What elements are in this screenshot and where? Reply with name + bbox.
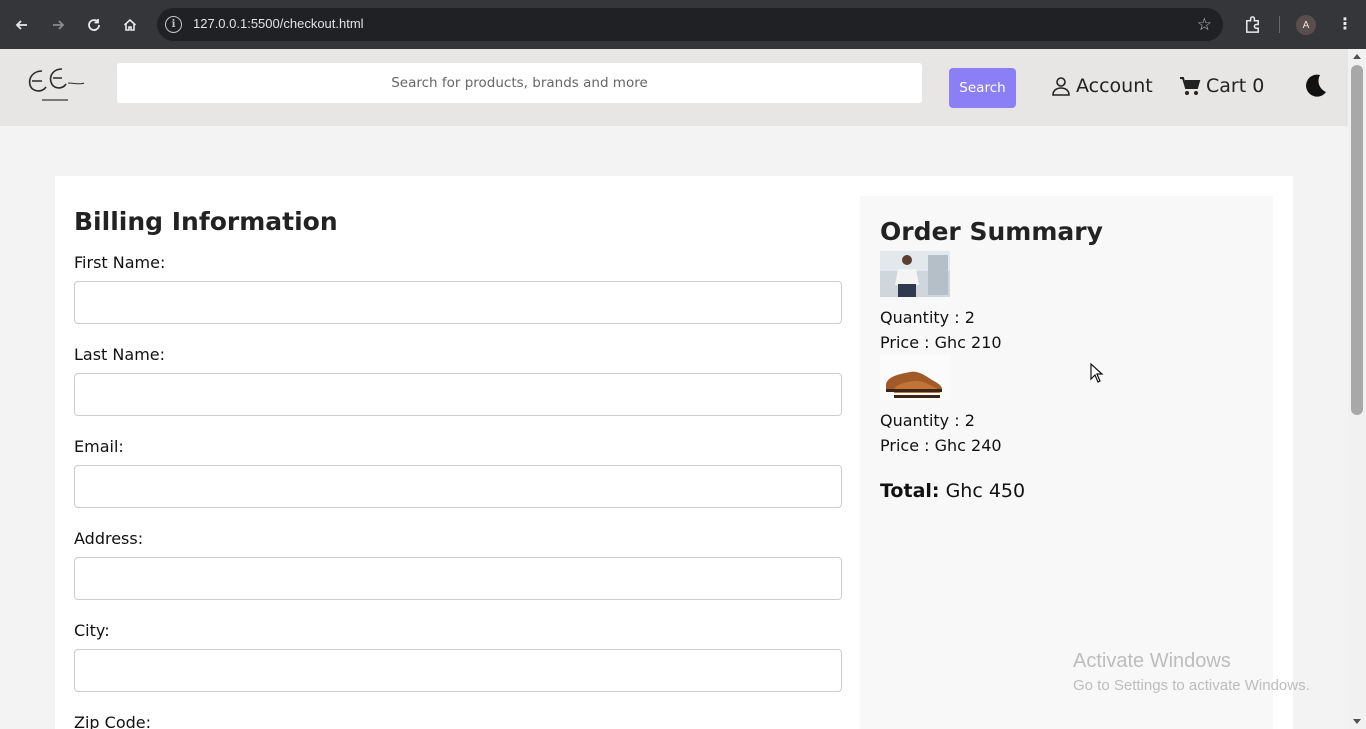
search-input[interactable] [117, 63, 922, 103]
item-quantity: Quantity : 2 [880, 308, 975, 327]
last-name-label: Last Name: [74, 345, 166, 364]
last-name-field[interactable] [74, 373, 842, 416]
mouse-cursor-icon [1090, 363, 1104, 383]
home-icon[interactable] [118, 13, 142, 37]
watermark-line1: Activate Windows [1073, 650, 1231, 672]
item-quantity: Quantity : 2 [880, 411, 975, 430]
product-image [880, 354, 950, 400]
site-header: Search Account Cart 0 [0, 49, 1348, 126]
zip-code-label: Zip Code: [74, 713, 151, 729]
first-name-label: First Name: [74, 253, 166, 272]
page-viewport: Search Account Cart 0 Billing Informatio… [0, 49, 1348, 729]
toolbar-divider [1279, 16, 1280, 33]
scroll-down-icon[interactable] [1353, 719, 1361, 724]
star-icon[interactable]: ☆ [1197, 15, 1212, 35]
windows-activation-watermark: Activate Windows Go to Settings to activ… [1073, 650, 1310, 694]
address-bar[interactable]: i 127.0.0.1:5500/checkout.html ☆ [157, 8, 1223, 41]
browser-toolbar: i 127.0.0.1:5500/checkout.html ☆ A ⋮ [0, 0, 1366, 49]
address-field[interactable] [74, 557, 842, 600]
url-text[interactable]: 127.0.0.1:5500/checkout.html [193, 16, 364, 31]
kebab-menu-icon[interactable]: ⋮ [1337, 14, 1353, 34]
product-image [880, 251, 950, 297]
first-name-field[interactable] [74, 281, 842, 324]
page-scrollbar[interactable] [1348, 49, 1366, 729]
cart-link[interactable]: Cart 0 [1179, 75, 1264, 97]
order-summary-title: Order Summary [880, 217, 1103, 246]
arrow-right-icon[interactable] [46, 13, 70, 37]
info-icon[interactable]: i [165, 16, 182, 33]
email-field[interactable] [74, 465, 842, 508]
scroll-up-icon[interactable] [1353, 54, 1361, 59]
order-total: Total: Ghc 450 [880, 480, 1025, 502]
address-label: Address: [74, 529, 144, 548]
arrow-left-icon[interactable] [10, 13, 34, 37]
cart-icon [1180, 77, 1201, 95]
cart-label: Cart 0 [1206, 75, 1265, 97]
user-icon [1052, 77, 1070, 96]
item-price: Price : Ghc 240 [880, 436, 1002, 455]
account-label: Account [1076, 75, 1153, 97]
item-price: Price : Ghc 210 [880, 333, 1002, 352]
search-button[interactable]: Search [949, 68, 1016, 108]
profile-avatar[interactable]: A [1296, 15, 1316, 35]
reload-icon[interactable] [82, 13, 106, 37]
account-link[interactable]: Account [1051, 75, 1153, 97]
scrollbar-thumb[interactable] [1351, 65, 1363, 415]
billing-title: Billing Information [74, 207, 338, 236]
city-field[interactable] [74, 649, 842, 692]
checkout-card: Billing Information First Name: Last Nam… [55, 176, 1293, 729]
watermark-line2: Go to Settings to activate Windows. [1073, 677, 1310, 694]
puzzle-icon[interactable] [1243, 15, 1262, 34]
city-label: City: [74, 621, 110, 640]
email-label: Email: [74, 437, 124, 456]
total-value: Ghc 450 [945, 480, 1026, 502]
brand-logo[interactable] [22, 63, 88, 107]
moon-icon[interactable] [1300, 72, 1328, 100]
total-label: Total: [880, 480, 940, 502]
